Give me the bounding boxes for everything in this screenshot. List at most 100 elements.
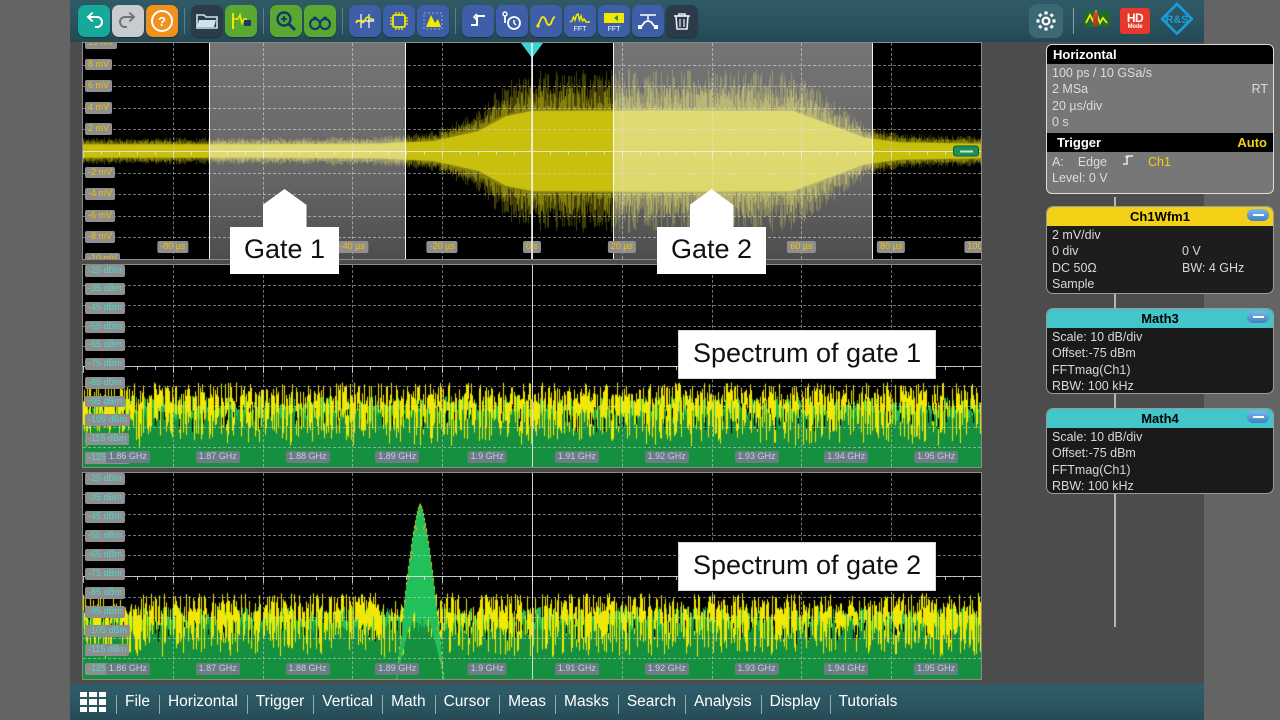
- math3-scale: Scale: 10 dB/div: [1052, 329, 1268, 345]
- left-rail: [0, 0, 70, 720]
- help-button[interactable]: ?: [146, 5, 178, 37]
- x-axis-label: 1.91 GHz: [555, 451, 599, 463]
- math4-panel-body: Scale: 10 dB/div Offset:-75 dBm FFTmag(C…: [1047, 428, 1273, 494]
- channel-panel-body: 2 mV/div 0 div 0 V DC 50Ω BW: 4 GHz Samp…: [1047, 226, 1273, 294]
- history-button[interactable]: [496, 5, 528, 37]
- horizontal-position: 0 s: [1052, 114, 1268, 130]
- protocol-button[interactable]: [383, 5, 415, 37]
- trigger-panel-header: Trigger Auto: [1047, 133, 1273, 152]
- math4-panel[interactable]: Math4 Scale: 10 dB/div Offset:-75 dBm FF…: [1046, 408, 1274, 494]
- y-axis-label: -55 dBm: [85, 530, 125, 542]
- channel-bandwidth: BW: 4 GHz: [1182, 260, 1268, 276]
- trigger-level: Level: 0 V: [1052, 170, 1268, 186]
- signal-gen-button[interactable]: [530, 5, 562, 37]
- math3-offset: Offset:-75 dBm: [1052, 345, 1268, 361]
- menu-item-search[interactable]: Search: [618, 693, 685, 711]
- math3-minimize-icon[interactable]: [1247, 311, 1269, 323]
- x-axis-label: 1.89 GHz: [375, 663, 419, 675]
- horizontal-panel[interactable]: Horizontal 100 ps / 10 GSa/s 2 MSa RT 20…: [1046, 44, 1274, 194]
- channel-offset-volt: 0 V: [1182, 243, 1268, 259]
- y-axis-label: -25 dBm: [85, 265, 125, 277]
- trigger-button[interactable]: [462, 5, 494, 37]
- horizontal-mode: RT: [1252, 81, 1268, 97]
- channel-panel[interactable]: Ch1Wfm1 2 mV/div 0 div 0 V DC 50Ω BW: 4 …: [1046, 206, 1274, 294]
- y-axis-label: -115 dBm: [85, 433, 129, 445]
- gate-2-callout-label: Gate 2: [657, 227, 766, 274]
- horizontal-timebase: 20 µs/div: [1052, 98, 1268, 114]
- menu-item-vertical[interactable]: Vertical: [313, 693, 382, 711]
- menu-item-file[interactable]: File: [116, 693, 159, 711]
- spectrum-1-annotation: Spectrum of gate 1: [678, 330, 936, 379]
- rohde-schwarz-logo: R&S: [1160, 2, 1194, 41]
- y-axis-label: -35 dBm: [85, 492, 125, 504]
- hd-badge-bottom: Mode: [1128, 24, 1143, 30]
- y-axis-label: -45 dBm: [85, 511, 125, 523]
- y-axis-label: -65 dBm: [85, 549, 125, 561]
- toolbar-separator-3: [338, 6, 347, 36]
- gate-1-callout-label: Gate 1: [230, 227, 339, 274]
- menu-item-horizontal[interactable]: Horizontal: [159, 693, 247, 711]
- hd-mode-badge: HD Mode: [1120, 8, 1150, 34]
- channel-minimize-icon[interactable]: [1247, 209, 1269, 221]
- apps-grid-icon[interactable]: [80, 692, 106, 712]
- horizontal-resolution: 100 ps / 10 GSa/s: [1052, 65, 1268, 81]
- channel-coupling: DC 50Ω: [1052, 260, 1097, 276]
- math3-panel[interactable]: Math3 Scale: 10 dB/div Offset:-75 dBm FF…: [1046, 308, 1274, 394]
- y-axis-label: 8 mV: [85, 59, 112, 71]
- math3-title: Math3: [1141, 311, 1179, 326]
- undo-button[interactable]: [78, 5, 110, 37]
- redo-button[interactable]: [112, 5, 144, 37]
- delete-button[interactable]: [666, 5, 698, 37]
- autoset-button[interactable]: [632, 5, 664, 37]
- menu-item-display[interactable]: Display: [761, 693, 830, 711]
- channel-title: Ch1Wfm1: [1130, 209, 1190, 224]
- y-axis-label: -105 dBm: [85, 414, 130, 426]
- menu-item-trigger[interactable]: Trigger: [247, 693, 314, 711]
- scope-diagram[interactable]: 10 mV 8 mV 6 mV 4 mV 2 mV -2 mV -4 mV -6 mV -8 m…: [82, 42, 982, 260]
- zoom-button[interactable]: [270, 5, 302, 37]
- fft-button[interactable]: FFT: [564, 5, 596, 37]
- y-axis-label: -85 dBm: [85, 377, 125, 389]
- mask-test-button[interactable]: [417, 5, 449, 37]
- x-axis-label: 1.92 GHz: [645, 663, 689, 675]
- horizontal-panel-body: 100 ps / 10 GSa/s 2 MSa RT 20 µs/div 0 s: [1047, 64, 1273, 133]
- channel-offset-marker[interactable]: [953, 146, 979, 157]
- svg-text:FFT: FFT: [608, 26, 622, 32]
- menu-item-meas[interactable]: Meas: [499, 693, 555, 711]
- y-axis-label: -10 mV: [85, 253, 120, 259]
- x-axis-label: 1.86 GHz: [106, 451, 150, 463]
- menu-item-list: File Horizontal Trigger Vertical Math Cursor M…: [116, 693, 906, 711]
- y-axis-label: -95 dBm: [85, 396, 125, 408]
- settings-button[interactable]: [1029, 4, 1063, 38]
- math4-minimize-icon[interactable]: [1247, 411, 1269, 423]
- channel-panel-header: Ch1Wfm1: [1047, 207, 1273, 226]
- x-axis-label: 1.92 GHz: [645, 451, 689, 463]
- search-button[interactable]: [304, 5, 336, 37]
- math3-rbw: RBW: 100 kHz: [1052, 378, 1268, 394]
- horizontal-title: Horizontal: [1053, 47, 1117, 62]
- menu-item-math[interactable]: Math: [382, 693, 434, 711]
- menu-item-analysis[interactable]: Analysis: [685, 693, 761, 711]
- display-area: 10 mV8 mV6 mV4 mV2 mV-2 mV-4 mV-6 mV-8 m…: [70, 42, 1204, 684]
- x-axis-label: 1.93 GHz: [734, 663, 778, 675]
- open-file-button[interactable]: [191, 5, 223, 37]
- channel-acquisition: Sample: [1052, 276, 1268, 292]
- top-toolbar: ? FFT FFT HD Mode R&S: [70, 0, 1204, 42]
- y-axis-label: -115 dBm: [85, 644, 129, 656]
- y-axis-label: -65 dBm: [85, 339, 125, 351]
- measurement-button[interactable]: [349, 5, 381, 37]
- trigger-type: Edge: [1078, 154, 1107, 170]
- gate-2-callout: Gate 2: [657, 227, 766, 274]
- save-waveform-button[interactable]: [225, 5, 257, 37]
- hd-badge-top: HD: [1127, 12, 1143, 24]
- fft-gate-button[interactable]: FFT: [598, 5, 630, 37]
- menu-item-masks[interactable]: Masks: [555, 693, 618, 711]
- channel-offset-row: 0 div 0 V: [1052, 243, 1268, 259]
- y-axis-label: -4 mV: [85, 188, 115, 200]
- x-axis-label: 80 µs: [877, 241, 905, 253]
- screenshot-icon[interactable]: [1084, 9, 1110, 34]
- menu-item-cursor[interactable]: Cursor: [435, 693, 500, 711]
- menu-item-tutorials[interactable]: Tutorials: [830, 693, 907, 711]
- y-axis-label: -8 mV: [85, 231, 115, 243]
- right-settings-panel: Horizontal 100 ps / 10 GSa/s 2 MSa RT 20…: [1040, 42, 1280, 680]
